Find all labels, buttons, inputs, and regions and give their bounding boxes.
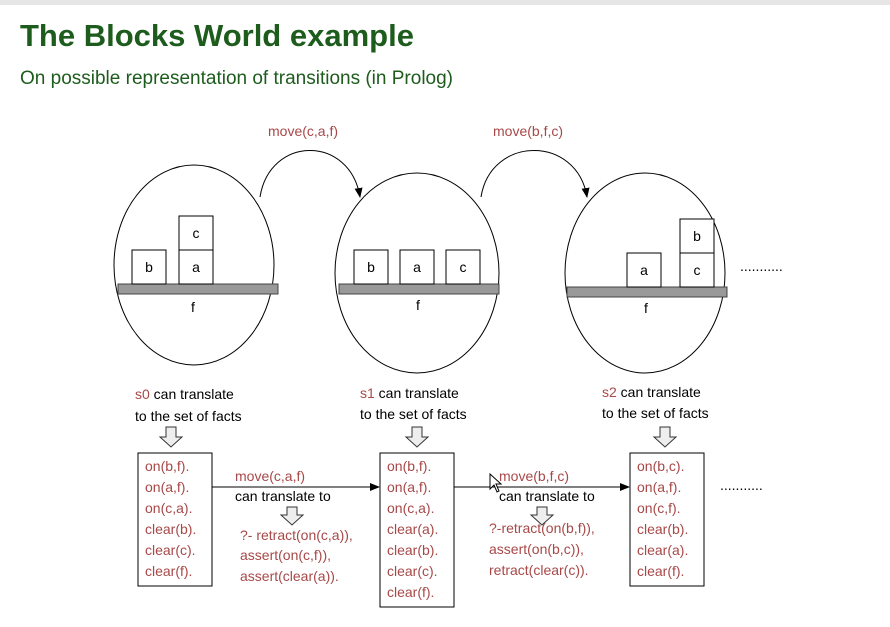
facts-ellipsis: ........... <box>720 477 763 493</box>
move-arrow-2 <box>480 150 590 198</box>
state-ellipsis: ........... <box>740 258 783 274</box>
block-c-letter: c <box>460 259 467 275</box>
down-arrow-icon <box>652 426 678 448</box>
s0-translate-line2: to the set of facts <box>135 408 242 424</box>
transition-1-caption: can translate to <box>235 488 331 504</box>
fact-item: on(c,f). <box>637 500 681 516</box>
fact-item: clear(b). <box>145 521 196 537</box>
transition-2-code-1: ?-retract(on(b,f)), <box>489 520 595 536</box>
state-s0-table-label: f <box>191 299 195 315</box>
fact-item: clear(f). <box>387 584 434 600</box>
fact-item: clear(a). <box>637 542 688 558</box>
move-label-1: move(c,a,f) <box>268 123 338 139</box>
fact-item: on(c,a). <box>387 500 434 516</box>
block-b-letter: b <box>145 259 153 275</box>
fact-item: on(a,f). <box>637 479 681 495</box>
fact-item: on(b,c). <box>637 458 684 474</box>
state-s2-table <box>566 286 728 298</box>
transition-1-move: move(c,a,f) <box>235 468 305 484</box>
transition-1-code-3: assert(clear(a)). <box>240 568 339 584</box>
s0-translate-line1: s0 can translate <box>135 386 234 402</box>
transition-1-code-1: ?- retract(on(c,a)), <box>240 527 353 543</box>
state-s1-table <box>338 283 500 295</box>
s2-translate-line1: s2 can translate <box>602 384 701 400</box>
facts-list-s1: on(b,f). on(a,f). on(c,a). clear(a). cle… <box>387 458 438 600</box>
fact-item: on(a,f). <box>387 479 431 495</box>
block-a-letter: a <box>413 259 421 275</box>
s2-translate-line2: to the set of facts <box>602 405 709 421</box>
block-a-letter: a <box>192 259 200 275</box>
transition-2-move: move(b,f,c) <box>499 468 569 484</box>
down-arrow-icon <box>279 506 305 526</box>
s1-translate-line1: s1 can translate <box>360 385 459 401</box>
block-a-letter: a <box>640 262 648 278</box>
fact-item: on(b,f). <box>145 458 189 474</box>
state-s0-table <box>117 283 279 295</box>
transition-2-caption: can translate to <box>499 488 595 504</box>
move-arrow-1 <box>259 150 363 198</box>
transition-2-code-3: retract(clear(c)). <box>489 562 589 578</box>
block-c-letter: c <box>193 225 200 241</box>
s1-translate-line2: to the set of facts <box>360 406 467 422</box>
blocks-world-diagram: move(c,a,f) move(b,f,c) f b a c f b a c … <box>113 123 783 608</box>
fact-item: clear(c). <box>387 563 438 579</box>
transition-2-code-2: assert(on(b,c)), <box>489 541 584 557</box>
transition-1-code-2: assert(on(c,f)), <box>240 547 331 563</box>
block-b-letter: b <box>693 228 701 244</box>
fact-item: clear(b). <box>387 542 438 558</box>
fact-item: clear(f). <box>145 563 192 579</box>
fact-item: on(a,f). <box>145 479 189 495</box>
down-arrow-icon <box>404 426 430 448</box>
fact-item: clear(c). <box>145 542 196 558</box>
fact-item: clear(b). <box>637 521 688 537</box>
block-c-letter: c <box>694 262 701 278</box>
move-label-2: move(b,f,c) <box>493 123 563 139</box>
state-s2-table-label: f <box>644 300 648 316</box>
state-s1-table-label: f <box>416 297 420 313</box>
fact-item: on(b,f). <box>387 458 431 474</box>
down-arrow-icon <box>158 426 184 448</box>
fact-item: on(c,a). <box>145 500 192 516</box>
fact-item: clear(f). <box>637 563 684 579</box>
fact-item: clear(a). <box>387 521 438 537</box>
block-b-letter: b <box>367 259 375 275</box>
